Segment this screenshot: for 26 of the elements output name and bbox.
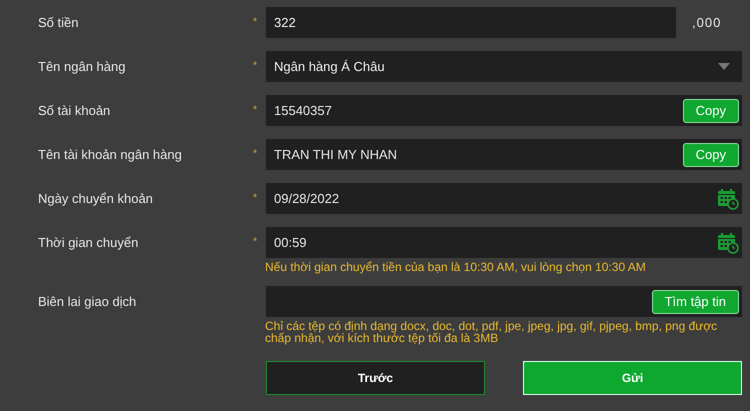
amount-suffix: ,000 <box>692 15 722 30</box>
required-mark: * <box>252 235 258 250</box>
field-label: Số tài khoản <box>38 102 112 120</box>
text-field[interactable]: 15540357 Copy <box>266 95 742 126</box>
back-button[interactable]: Trước <box>266 361 485 395</box>
text-field[interactable]: TRAN THI MY NHAN Copy <box>266 139 742 170</box>
field-label: Số tiền <box>38 14 80 32</box>
required-mark: * <box>252 15 258 30</box>
field-label: Ngày chuyển khoản <box>38 190 154 208</box>
required-mark: * <box>252 147 258 162</box>
hint-text: Chỉ các tệp có định dạng docx, doc, dot, pdf, jpe, jpeg, jpg, gif, pjpeg, bmp, png được chấp nhận, với kích thước tệp tối đa là 3MB <box>265 320 718 344</box>
amount-input[interactable]: 322 <box>266 7 676 38</box>
caret-icon <box>718 63 730 70</box>
required-mark: * <box>252 191 258 206</box>
field-label: Tên tài khoản ngân hàng <box>38 146 183 164</box>
hint-text: Nếu thời gian chuyển tiền của bạn là 10:30 AM, vui lòng chọn 10:30 AM <box>265 261 647 273</box>
calendar-clock-icon <box>717 232 739 254</box>
time-field[interactable]: 00:59 <box>266 227 742 258</box>
field-label: Biên lai giao dịch <box>38 293 138 311</box>
date-field[interactable]: 09/28/2022 <box>266 183 742 214</box>
field-label: Thời gian chuyển <box>38 234 140 252</box>
calendar-clock-icon <box>717 188 739 210</box>
bank-select[interactable]: Ngân hàng Á Châu <box>266 51 742 82</box>
field-label: Tên ngân hàng <box>38 58 126 76</box>
required-mark: * <box>252 103 258 118</box>
required-mark: * <box>252 59 258 74</box>
